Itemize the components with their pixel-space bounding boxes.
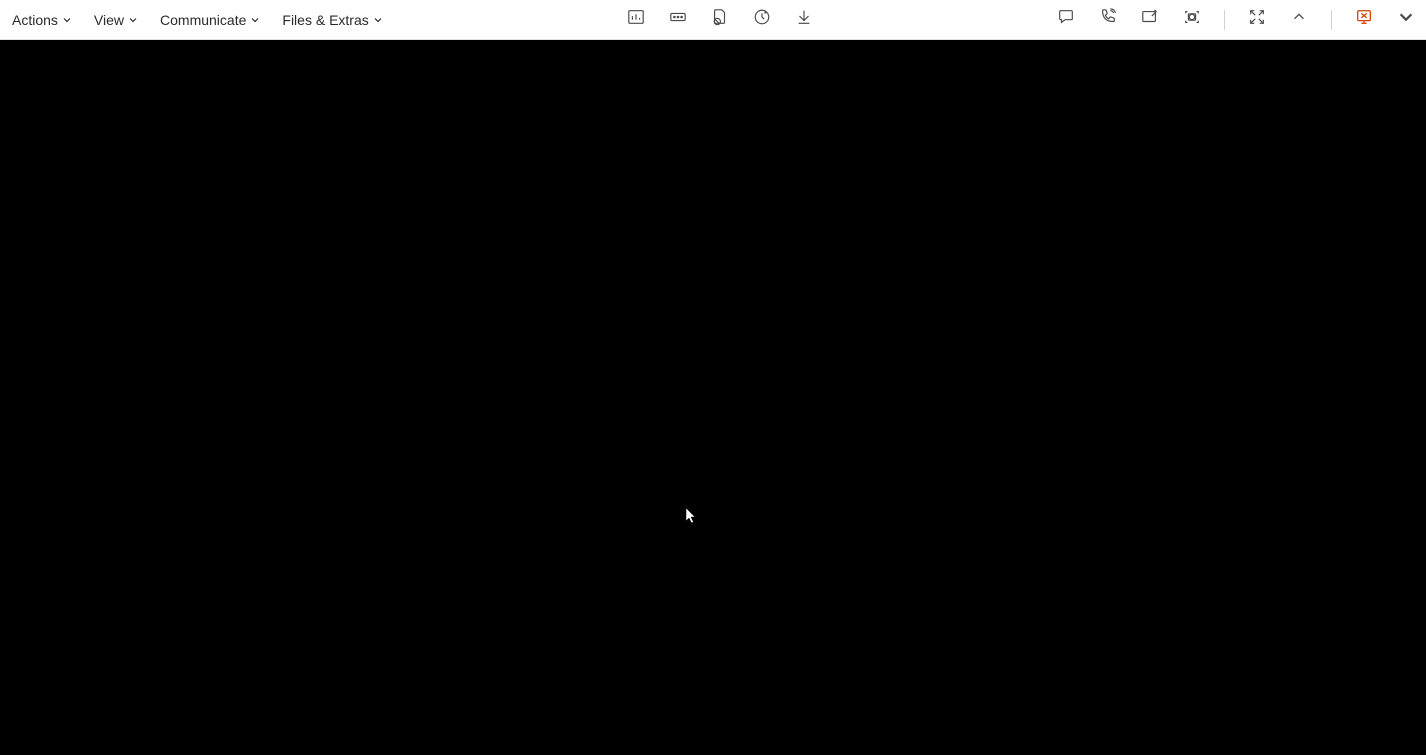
chevron-up-icon (1290, 8, 1308, 31)
close-session-button[interactable] (1354, 10, 1374, 30)
toolbar-divider (1331, 10, 1332, 30)
power-restart-icon (753, 8, 771, 31)
screenshot-button[interactable] (1182, 10, 1202, 30)
cursor-icon (686, 508, 698, 529)
chevron-down-icon (373, 15, 383, 25)
chat-button[interactable] (1056, 10, 1076, 30)
toolbar: Actions View Communicate (0, 0, 1426, 40)
chat-icon (1057, 8, 1075, 31)
fullscreen-button[interactable] (1247, 10, 1267, 30)
dashboard-button[interactable] (626, 10, 646, 30)
chevron-down-icon (250, 15, 260, 25)
menu-view[interactable]: View (92, 8, 140, 32)
menu-view-label: View (94, 12, 124, 28)
toolbar-menus: Actions View Communicate (10, 8, 385, 32)
close-monitor-icon (1355, 8, 1373, 31)
toolbar-center-icons (626, 10, 814, 30)
annotate-button[interactable] (1140, 10, 1160, 30)
menu-actions-label: Actions (12, 12, 58, 28)
fullscreen-icon (1248, 8, 1266, 31)
bar-chart-icon (627, 8, 645, 31)
call-button[interactable] (1098, 10, 1118, 30)
chevron-down-icon (62, 15, 72, 25)
chevron-down-icon (128, 15, 138, 25)
remote-screen-viewport[interactable] (0, 40, 1426, 755)
remote-input-button[interactable] (668, 10, 688, 30)
download-icon (795, 8, 813, 31)
menu-files-extras-label: Files & Extras (282, 12, 368, 28)
file-restricted-icon (711, 8, 729, 31)
file-transfer-button[interactable] (710, 10, 730, 30)
chevron-down-icon (1397, 8, 1415, 31)
keyboard-icon (669, 8, 687, 31)
menu-actions[interactable]: Actions (10, 8, 74, 32)
camera-capture-icon (1183, 8, 1201, 31)
toolbar-right-icons (1056, 10, 1416, 30)
annotate-icon (1141, 8, 1159, 31)
reboot-button[interactable] (752, 10, 772, 30)
phone-icon (1099, 8, 1117, 31)
download-button[interactable] (794, 10, 814, 30)
close-options-button[interactable] (1396, 10, 1416, 30)
minimize-toolbar-button[interactable] (1289, 10, 1309, 30)
menu-communicate-label: Communicate (160, 12, 246, 28)
menu-communicate[interactable]: Communicate (158, 8, 262, 32)
menu-files-extras[interactable]: Files & Extras (280, 8, 384, 32)
toolbar-divider (1224, 10, 1225, 30)
